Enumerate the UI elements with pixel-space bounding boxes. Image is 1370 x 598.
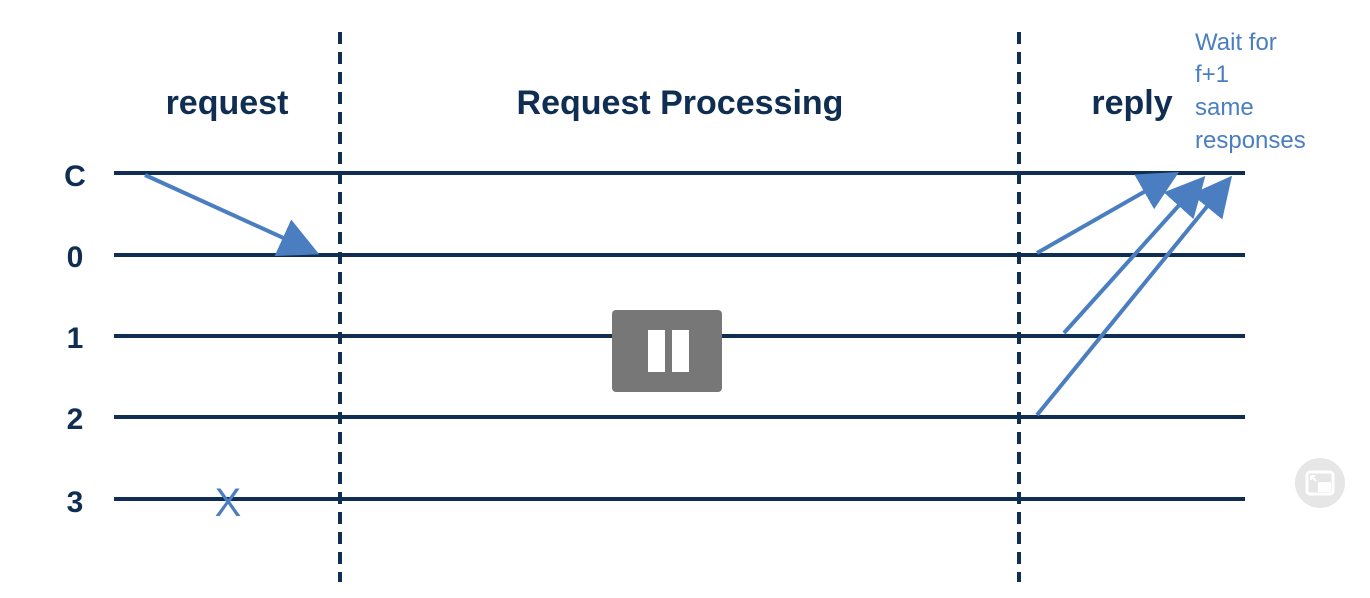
video-frame: request Request Processing reply Wait fo… — [0, 0, 1370, 598]
arrow-reply-2-to-c — [1035, 175, 1233, 417]
row-label-3: 3 — [67, 486, 84, 519]
note-line-4: responses — [1195, 127, 1306, 154]
note-line-2: f+1 — [1195, 61, 1229, 88]
row-label-0: 0 — [67, 241, 84, 274]
note-line-3: same — [1195, 94, 1254, 121]
phase-label-request: request — [166, 84, 289, 122]
arrow-reply-1-to-c — [1062, 176, 1206, 335]
row-label-1: 1 — [67, 322, 84, 355]
note-text: Wait for f+1 same responses — [1195, 29, 1306, 154]
phase-label-processing: Request Processing — [517, 84, 844, 122]
arrow-request-c-to-0 — [144, 173, 320, 256]
row-label-2: 2 — [67, 403, 84, 436]
picture-in-picture-button[interactable] — [1295, 458, 1345, 508]
row-label-c: C — [64, 160, 86, 193]
crash-mark: X — [215, 481, 242, 525]
arrow-reply-0-to-c — [1036, 172, 1179, 255]
picture-in-picture-icon — [1305, 470, 1335, 496]
protocol-diagram: request Request Processing reply Wait fo… — [64, 29, 1306, 582]
phase-label-reply: reply — [1091, 84, 1172, 122]
pause-button[interactable] — [612, 310, 722, 392]
note-line-1: Wait for — [1195, 29, 1277, 56]
